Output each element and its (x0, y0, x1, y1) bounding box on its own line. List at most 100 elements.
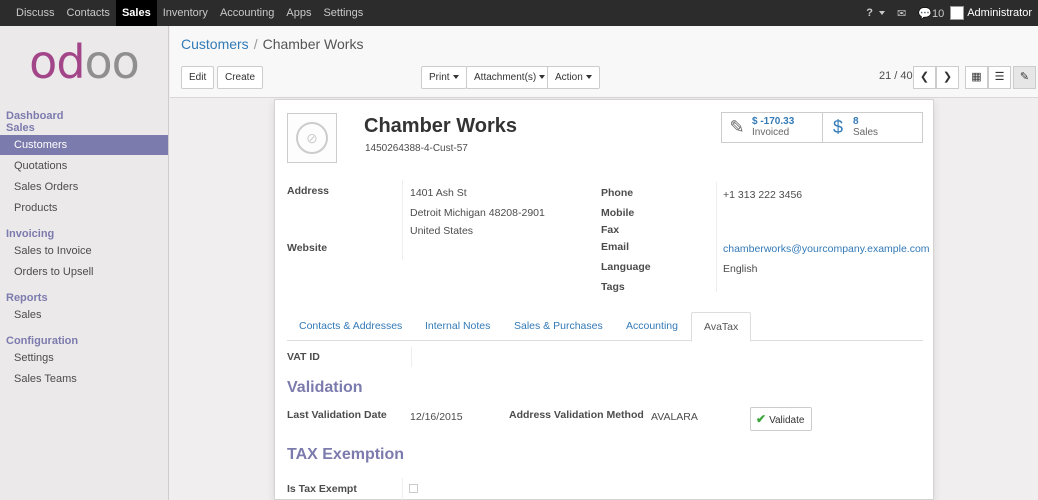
field-divider (716, 182, 717, 292)
address-label: Address (287, 185, 330, 197)
app-menu: Discuss Contacts Sales Inventory Account… (0, 0, 369, 26)
field-divider (402, 478, 403, 500)
breadcrumb: Customers / Chamber Works (181, 36, 363, 52)
menu-contacts[interactable]: Contacts (61, 0, 116, 26)
pencil-square-icon: ✎ (729, 117, 745, 137)
attachments-label: Attachment(s) (474, 72, 537, 83)
messages-count: 10 (931, 7, 945, 20)
tab-contacts-addresses[interactable]: Contacts & Addresses (287, 312, 414, 341)
website-label: Website (287, 242, 328, 254)
menu-apps[interactable]: Apps (280, 0, 317, 26)
sidebar-item-products[interactable]: Products (0, 198, 168, 218)
sidebar-section-sales: Sales (6, 122, 35, 134)
tab-internal-notes[interactable]: Internal Notes (413, 312, 502, 341)
sidebar-item-quotations[interactable]: Quotations (0, 156, 168, 176)
tags-label: Tags (601, 281, 625, 293)
form-sheet: ⊘ Chamber Works 1450264388-4-Cust-57 ✎ $… (274, 99, 934, 500)
language-value: English (723, 263, 758, 275)
invoiced-label: Invoiced (752, 127, 790, 138)
tab-sales-purchases[interactable]: Sales & Purchases (502, 312, 615, 341)
validate-label: Validate (769, 415, 805, 426)
email-label: Email (601, 241, 630, 253)
sidebar-item-customers[interactable]: Customers (0, 135, 168, 155)
chevron-down-icon (539, 75, 546, 80)
validation-heading: Validation (287, 379, 363, 396)
list-view-icon[interactable]: ☰ (988, 66, 1011, 89)
create-button[interactable]: Create (217, 66, 264, 89)
sidebar-item-reports-sales[interactable]: Sales (0, 305, 168, 325)
sales-stat-button[interactable]: $ 8 Sales (822, 112, 923, 143)
control-panel: Customers / Chamber Works Edit Create Prin… (170, 26, 1038, 98)
kanban-view-icon[interactable]: ▦ (965, 66, 988, 89)
tax-exempt-checkbox[interactable] (409, 484, 418, 493)
print-dropdown[interactable]: Print (421, 66, 467, 89)
pager-value[interactable]: 21 / 40 (879, 70, 913, 82)
language-label: Language (601, 261, 651, 273)
sidebar-item-sales-to-invoice[interactable]: Sales to Invoice (0, 241, 168, 261)
systray: ? ✉ 💬10 Administrator (860, 0, 1038, 26)
pager-previous-button[interactable]: ❮ (913, 66, 936, 89)
sidebar-section-dashboard[interactable]: Dashboard (0, 110, 168, 122)
breadcrumb-customers[interactable]: Customers (181, 36, 249, 52)
address-country: United States (410, 225, 474, 237)
tab-accounting[interactable]: Accounting (614, 312, 690, 341)
validation-method-value: AVALARA (651, 411, 698, 423)
validate-button[interactable]: ✔ Validate (750, 407, 813, 431)
menu-accounting[interactable]: Accounting (214, 0, 280, 26)
tax-exempt-label: Is Tax Exempt (287, 483, 357, 495)
logo-text: odoo (29, 35, 140, 89)
last-validation-value: 12/16/2015 (410, 411, 463, 423)
partner-name: Chamber Works (364, 115, 518, 137)
help-menu[interactable]: ? (860, 7, 891, 19)
action-dropdown[interactable]: Action (547, 66, 600, 89)
chevron-down-icon (452, 75, 459, 80)
partner-reference: 1450264388-4-Cust-57 (365, 143, 468, 154)
top-navbar: Discuss Contacts Sales Inventory Account… (0, 0, 1038, 26)
action-label: Action (555, 72, 583, 83)
sidebar-item-sales-orders[interactable]: Sales Orders (0, 177, 168, 197)
chevron-down-icon (879, 11, 886, 16)
address-street: 1401 Ash St (410, 187, 467, 199)
print-label: Print (429, 72, 450, 83)
sidebar: odoo Dashboard Sales Customers Quotation… (0, 26, 169, 500)
dollar-icon: $ (832, 117, 843, 137)
mobile-label: Mobile (601, 207, 635, 219)
tab-avatax[interactable]: AvaTax (691, 312, 752, 342)
last-validation-label: Last Validation Date (287, 409, 387, 421)
sales-label: Sales (853, 127, 879, 138)
sidebar-section-reports: Reports (6, 292, 48, 304)
fax-label: Fax (601, 224, 620, 236)
sidebar-item-orders-to-upsell[interactable]: Orders to Upsell (0, 262, 168, 282)
invoiced-value: $ -170.33 (752, 116, 795, 127)
notebook-tabs: Contacts & Addresses Internal Notes Sale… (287, 312, 923, 342)
menu-settings[interactable]: Settings (317, 0, 369, 26)
edit-button[interactable]: Edit (181, 66, 215, 89)
tax-exemption-heading: TAX Exemption (287, 446, 405, 463)
user-menu[interactable]: Administrator (950, 6, 1038, 20)
partner-image[interactable]: ⊘ (287, 113, 337, 163)
avatar (950, 6, 965, 20)
mail-icon[interactable]: ✉ (891, 7, 912, 20)
sidebar-item-sales-teams[interactable]: Sales Teams (0, 369, 168, 389)
breadcrumb-current: Chamber Works (262, 36, 364, 52)
menu-sales[interactable]: Sales (115, 0, 157, 26)
chat-icon: 💬 (918, 7, 932, 20)
phone-value[interactable]: +1 313 222 3456 (723, 189, 802, 201)
vat-id-label: VAT ID (287, 351, 320, 363)
sales-count: 8 (853, 116, 859, 127)
field-divider (402, 180, 403, 260)
menu-discuss[interactable]: Discuss (10, 0, 61, 26)
form-view-icon[interactable]: ✎ (1013, 66, 1036, 89)
chat-button[interactable]: 💬10 (912, 7, 950, 20)
pager-next-button[interactable]: ❯ (936, 66, 959, 89)
email-link[interactable]: chamberworks@yourcompany.example.com (723, 243, 930, 255)
odoo-logo[interactable]: odoo (0, 26, 168, 98)
checkmark-icon: ✔ (756, 412, 767, 426)
menu-inventory[interactable]: Inventory (157, 0, 214, 26)
sidebar-section-configuration: Configuration (6, 335, 79, 347)
help-icon: ? (866, 7, 873, 19)
attachments-dropdown[interactable]: Attachment(s) (466, 66, 554, 89)
sidebar-item-settings[interactable]: Settings (0, 348, 168, 368)
invoiced-stat-button[interactable]: ✎ $ -170.33 Invoiced (721, 112, 823, 143)
camera-icon: ⊘ (296, 122, 328, 154)
